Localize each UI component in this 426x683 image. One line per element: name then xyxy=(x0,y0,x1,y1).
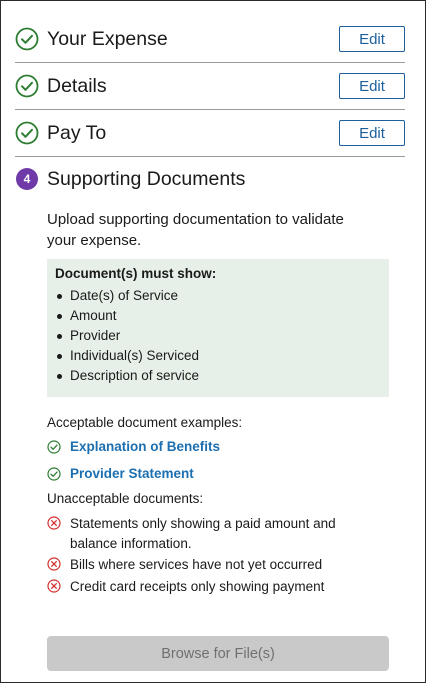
edit-pay-to-button[interactable]: Edit xyxy=(339,120,405,146)
unacceptable-text: Statements only showing a paid amount an… xyxy=(70,516,336,551)
step-title: Supporting Documents xyxy=(47,167,246,190)
check-circle-icon xyxy=(15,121,39,145)
unacceptable-item: Bills where services have not yet occurr… xyxy=(47,555,377,575)
acceptable-item: Provider Statement xyxy=(47,465,377,483)
step-title: Your Expense xyxy=(47,27,168,50)
unacceptable-label: Unacceptable documents: xyxy=(47,491,204,506)
acceptable-label: Acceptable document examples: xyxy=(47,415,243,430)
x-circle-icon xyxy=(47,516,61,530)
list-item: Individual(s) Serviced xyxy=(55,346,381,366)
step-your-expense: Your Expense Edit xyxy=(15,16,405,63)
unacceptable-item: Statements only showing a paid amount an… xyxy=(47,514,377,554)
step-title: Details xyxy=(47,74,107,97)
unacceptable-text: Bills where services have not yet occurr… xyxy=(70,557,323,572)
unacceptable-item: Credit card receipts only showing paymen… xyxy=(47,577,377,597)
upload-instructions: Upload supporting documentation to valid… xyxy=(47,211,344,249)
requirements-box: Document(s) must show: Date(s) of Servic… xyxy=(47,259,389,397)
edit-your-expense-button[interactable]: Edit xyxy=(339,26,405,52)
step-details: Details Edit xyxy=(15,63,405,110)
edit-details-button[interactable]: Edit xyxy=(339,73,405,99)
requirements-title: Document(s) must show: xyxy=(55,266,217,281)
list-item: Description of service xyxy=(55,366,381,386)
check-circle-icon xyxy=(47,440,61,454)
list-item: Date(s) of Service xyxy=(55,286,381,306)
list-item: Amount xyxy=(55,306,381,326)
step-pay-to: Pay To Edit xyxy=(15,110,405,157)
requirements-list: Date(s) of Service Amount Provider Indiv… xyxy=(55,286,381,386)
expense-wizard-panel: Your Expense Edit Details Edit Pay To Ed… xyxy=(0,0,426,683)
explanation-of-benefits-link[interactable]: Explanation of Benefits xyxy=(70,438,220,456)
check-circle-icon xyxy=(15,27,39,51)
check-circle-icon xyxy=(47,467,61,481)
check-circle-icon xyxy=(15,74,39,98)
list-item: Provider xyxy=(55,326,381,346)
acceptable-item: Explanation of Benefits xyxy=(47,438,377,456)
step-number-badge: 4 xyxy=(16,168,38,190)
unacceptable-text: Credit card receipts only showing paymen… xyxy=(70,579,325,594)
step-title: Pay To xyxy=(47,121,107,144)
browse-files-button[interactable]: Browse for File(s) xyxy=(47,636,389,671)
x-circle-icon xyxy=(47,557,61,571)
x-circle-icon xyxy=(47,579,61,593)
provider-statement-link[interactable]: Provider Statement xyxy=(70,465,194,483)
step-supporting-documents: 4 Supporting Documents xyxy=(15,166,405,192)
